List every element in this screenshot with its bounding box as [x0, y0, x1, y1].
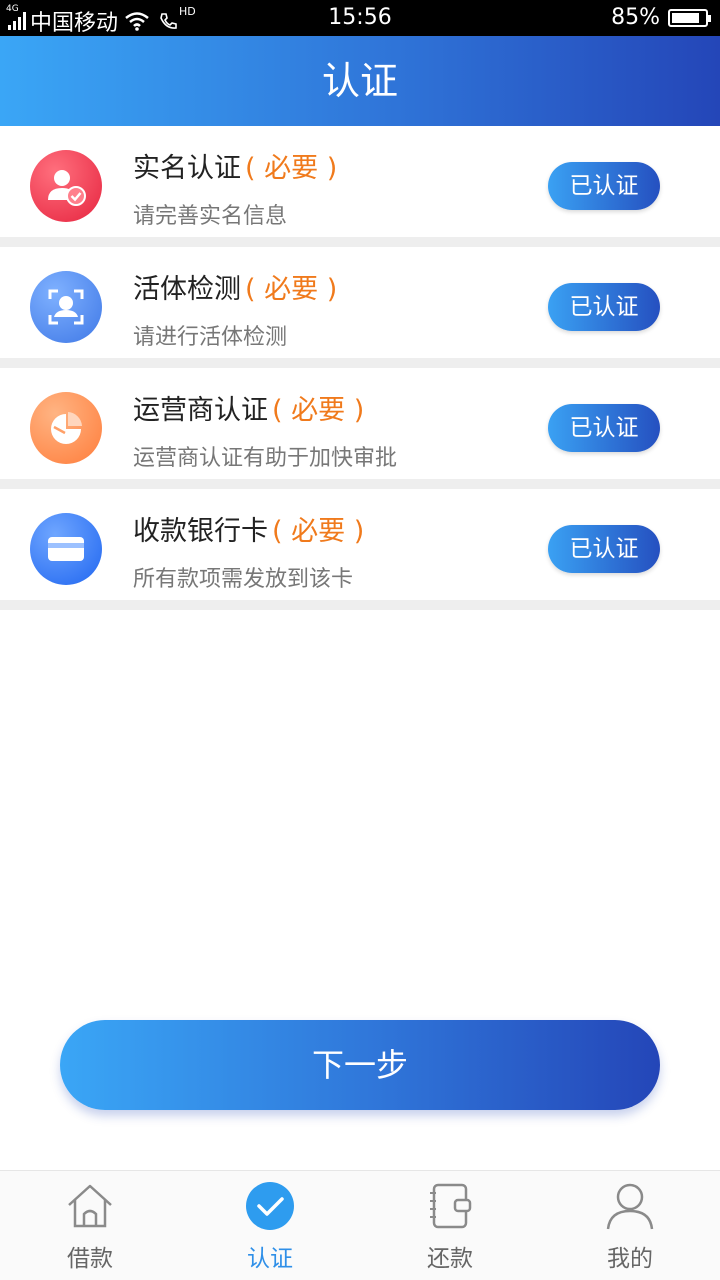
- item-title: 实名认证( 必要 ): [133, 146, 337, 185]
- tab-label: 还款: [427, 1246, 473, 1272]
- item-subtitle: 请完善实名信息: [133, 204, 288, 229]
- battery-fill: [672, 12, 700, 23]
- item-title-text: 运营商认证: [133, 395, 268, 426]
- verify-item-bank-card[interactable]: 收款银行卡( 必要 ) 所有款项需发放到该卡 已认证: [0, 489, 720, 610]
- item-subtitle: 请进行活体检测: [133, 325, 288, 350]
- required-tag: ( 必要 ): [272, 395, 365, 426]
- face-scan-icon: [30, 271, 102, 343]
- next-step-button[interactable]: 下一步: [60, 1020, 660, 1110]
- verified-button[interactable]: 已认证: [548, 283, 660, 331]
- item-subtitle: 所有款项需发放到该卡: [133, 567, 354, 592]
- tab-mine[interactable]: 我的: [540, 1171, 720, 1280]
- status-bar: 4G 中国移动 HD 15:56 85%: [0, 0, 720, 36]
- tab-label: 我的: [607, 1246, 653, 1272]
- item-title: 活体检测( 必要 ): [133, 267, 337, 306]
- item-title: 收款银行卡( 必要 ): [133, 509, 364, 548]
- page-header: 认证: [0, 36, 720, 126]
- verify-item-carrier[interactable]: 运营商认证( 必要 ) 运营商认证有助于加快审批 已认证: [0, 368, 720, 489]
- verified-button[interactable]: 已认证: [548, 404, 660, 452]
- check-circle-icon: [246, 1182, 294, 1230]
- tab-loan[interactable]: 借款: [0, 1171, 180, 1280]
- tab-label: 认证: [247, 1246, 293, 1272]
- item-subtitle: 运营商认证有助于加快审批: [133, 446, 398, 471]
- verified-button[interactable]: 已认证: [548, 162, 660, 210]
- status-right: 85%: [611, 5, 711, 30]
- item-title-text: 实名认证: [133, 153, 241, 184]
- item-title-text: 收款银行卡: [133, 516, 268, 547]
- tab-verify[interactable]: 认证: [180, 1171, 360, 1280]
- pie-chart-icon: [30, 392, 102, 464]
- tab-repay[interactable]: 还款: [360, 1171, 540, 1280]
- battery-icon: [668, 8, 711, 27]
- verification-list: 实名认证( 必要 ) 请完善实名信息 已认证 活体检测( 必要 ) 请进行活体检…: [0, 126, 720, 610]
- item-title: 运营商认证( 必要 ): [133, 388, 364, 427]
- required-tag: ( 必要 ): [245, 274, 338, 305]
- home-icon: [68, 1184, 112, 1228]
- battery-percent: 85%: [611, 5, 660, 30]
- required-tag: ( 必要 ): [272, 516, 365, 547]
- page-title: 认证: [321, 59, 398, 103]
- verified-button[interactable]: 已认证: [548, 525, 660, 573]
- verify-item-liveness[interactable]: 活体检测( 必要 ) 请进行活体检测 已认证: [0, 247, 720, 368]
- user-verified-icon: [30, 150, 102, 222]
- bottom-tab-bar: 借款 认证 还款 我的: [0, 1170, 720, 1280]
- bank-card-icon: [30, 513, 102, 585]
- person-icon: [606, 1183, 654, 1230]
- item-title-text: 活体检测: [133, 274, 241, 305]
- required-tag: ( 必要 ): [245, 153, 338, 184]
- verify-item-real-name[interactable]: 实名认证( 必要 ) 请完善实名信息 已认证: [0, 126, 720, 247]
- tab-label: 借款: [67, 1246, 113, 1272]
- wallet-icon: [430, 1183, 472, 1229]
